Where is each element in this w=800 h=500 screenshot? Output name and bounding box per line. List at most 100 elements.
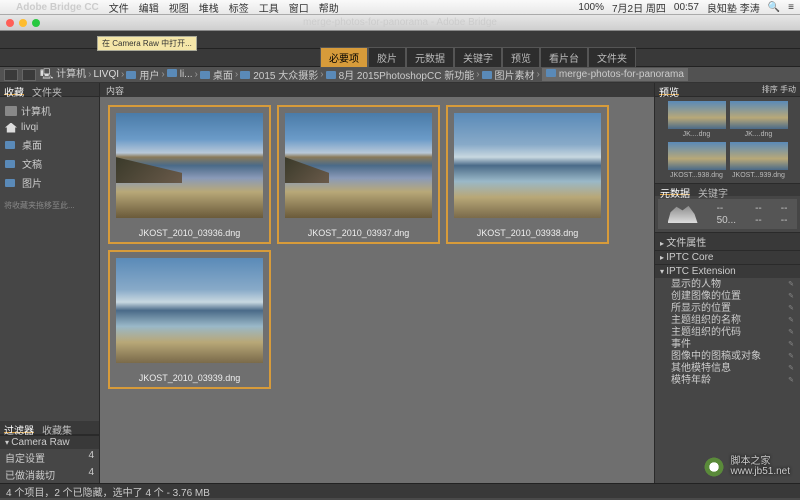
crumb-computer[interactable]: 🖳 计算机	[40, 67, 86, 83]
close-button[interactable]	[6, 19, 14, 27]
menu-stack[interactable]: 堆栈	[199, 0, 219, 15]
thumbnail-item[interactable]: JKOST_2010_03937.dng	[277, 105, 440, 244]
tab-folders-panel[interactable]: 文件夹	[32, 84, 62, 95]
meta-section-iptc-core[interactable]: IPTC Core	[655, 250, 800, 264]
left-panel: 收藏 文件夹 计算机 livqi 桌面 文稿 图片 将收藏夹拖移至此... 过滤…	[0, 83, 100, 483]
thumbnail-item[interactable]: JKOST_2010_03939.dng	[108, 250, 271, 389]
battery-status[interactable]: 100%	[578, 2, 604, 13]
path-bar: 🖳 计算机› LIVQI› 用户› li...› 桌面› 2015 大众摄影› …	[0, 67, 800, 83]
notification-icon[interactable]: ≡	[788, 2, 794, 13]
crumb-5[interactable]: 2015 大众摄影	[240, 67, 318, 82]
thumbnail-item[interactable]: JKOST_2010_03938.dng	[446, 105, 609, 244]
status-text: 4 个项目，2 个已隐藏，选中了 4 个 - 3.76 MB	[6, 484, 210, 499]
minimize-button[interactable]	[19, 19, 27, 27]
edit-icon: ✎	[788, 327, 794, 339]
tab-essentials[interactable]: 必要项	[320, 47, 368, 68]
sort-dropdown[interactable]: 排序 手动	[762, 84, 796, 95]
menu-tools[interactable]: 工具	[259, 0, 279, 15]
drive-icon	[5, 106, 17, 116]
preview-thumb[interactable]: JKOST...939.dng	[730, 142, 788, 179]
menu-file[interactable]: 文件	[109, 0, 129, 15]
crumb-drive[interactable]: LIVQI	[93, 69, 119, 80]
menu-view[interactable]: 视图	[169, 0, 189, 15]
filter-crop[interactable]: 已做消裁切4	[0, 466, 99, 483]
meta-field[interactable]: 图像中的图稿或对象✎	[655, 351, 800, 363]
drag-hint: 将收藏夹拖移至此...	[0, 196, 99, 215]
iptc-ext-list: 显示的人物✎ 创建图像的位置✎ 所显示的位置✎ 主题组织的名称✎ 主题组织的代码…	[655, 278, 800, 388]
nav-forward-button[interactable]	[22, 69, 36, 81]
status-bar: 4 个项目，2 个已隐藏，选中了 4 个 - 3.76 MB	[0, 483, 800, 498]
folder-icon	[5, 160, 15, 168]
tab-preview-panel[interactable]: 预览	[659, 84, 679, 95]
meta-field[interactable]: 所显示的位置✎	[655, 303, 800, 315]
meta-field[interactable]: 其他模特信息✎	[655, 363, 800, 375]
tab-favorites[interactable]: 收藏	[4, 84, 24, 95]
edit-icon: ✎	[788, 291, 794, 303]
menu-window[interactable]: 窗口	[289, 0, 309, 15]
tab-preview[interactable]: 预览	[502, 47, 540, 68]
menubar-time: 00:57	[674, 2, 699, 13]
home-icon	[5, 123, 17, 133]
edit-icon: ✎	[788, 375, 794, 387]
preview-thumb[interactable]: JK....dng	[730, 101, 788, 138]
edit-icon: ✎	[788, 315, 794, 327]
tab-filter[interactable]: 过滤器	[4, 422, 34, 433]
meta-field[interactable]: 主题组织的名称✎	[655, 315, 800, 327]
fav-documents[interactable]: 文稿	[2, 154, 97, 173]
meta-section-iptc-ext[interactable]: IPTC Extension	[655, 264, 800, 278]
zoom-button[interactable]	[32, 19, 40, 27]
meta-field[interactable]: 主题组织的代码✎	[655, 327, 800, 339]
meta-field[interactable]: 事件✎	[655, 339, 800, 351]
tab-metadata-panel[interactable]: 元数据	[660, 185, 690, 195]
fav-computer[interactable]: 计算机	[2, 101, 97, 120]
tab-keywords-panel[interactable]: 关键字	[698, 185, 728, 195]
histogram: --50... ---- ----	[658, 199, 797, 229]
fav-pictures[interactable]: 图片	[2, 173, 97, 192]
folder-icon	[5, 141, 15, 149]
crumb-7[interactable]: 图片素材	[482, 67, 535, 82]
thumbnail-item[interactable]: JKOST_2010_03936.dng	[108, 105, 271, 244]
crumb-user[interactable]: li...	[167, 69, 193, 80]
thumbnail-caption: JKOST_2010_03939.dng	[110, 363, 269, 387]
tab-folders[interactable]: 文件夹	[588, 47, 636, 68]
app-name[interactable]: Adobe Bridge CC	[16, 2, 99, 13]
tab-lighttable[interactable]: 看片台	[540, 47, 588, 68]
edit-icon: ✎	[788, 339, 794, 351]
thumbnail-image	[454, 113, 601, 218]
thumbnail-caption: JKOST_2010_03937.dng	[279, 218, 438, 242]
content-panel: 内容 JKOST_2010_03936.dng JKOST_2010_03937…	[100, 83, 654, 483]
right-panel: 预览 排序 手动 JK....dng JK....dng JKOST...938.…	[654, 83, 800, 483]
menu-help[interactable]: 帮助	[319, 0, 339, 15]
meta-field[interactable]: 显示的人物✎	[655, 279, 800, 291]
edit-icon: ✎	[788, 303, 794, 315]
tab-metadata[interactable]: 元数据	[406, 47, 454, 68]
menu-label[interactable]: 标签	[229, 0, 249, 15]
menu-edit[interactable]: 编辑	[139, 0, 159, 15]
preview-thumb[interactable]: JKOST...938.dng	[668, 142, 726, 179]
edit-icon: ✎	[788, 363, 794, 375]
fav-desktop[interactable]: 桌面	[2, 135, 97, 154]
meta-section-file[interactable]: 文件属性	[655, 232, 800, 250]
tab-keywords[interactable]: 关键字	[454, 47, 502, 68]
preview-panel-header: 预览 排序 手动	[655, 83, 800, 97]
fav-home[interactable]: livqi	[2, 120, 97, 135]
preview-thumb[interactable]: JK....dng	[668, 101, 726, 138]
meta-field[interactable]: 创建图像的位置✎	[655, 291, 800, 303]
filter-section-cameraraw[interactable]: Camera Raw	[0, 435, 99, 449]
tab-filmstrip[interactable]: 胶片	[368, 47, 406, 68]
tab-collections[interactable]: 收藏集	[42, 422, 72, 433]
crumb-6[interactable]: 8月 2015PhotoshopCC 新功能	[326, 67, 475, 82]
menubar-date: 7月2日 周四	[612, 0, 666, 15]
folder-icon	[5, 179, 15, 187]
filter-custom[interactable]: 自定设置4	[0, 449, 99, 466]
nav-back-button[interactable]	[4, 69, 18, 81]
crumb-current[interactable]: merge-photos-for-panorama	[542, 68, 688, 81]
tooltip-camera-raw: 在 Camera Raw 中打开...	[97, 36, 197, 51]
crumb-users[interactable]: 用户	[126, 67, 159, 82]
meta-field[interactable]: 模特年龄✎	[655, 375, 800, 387]
menubar-user[interactable]: 良知塾 李涛	[707, 0, 760, 15]
crumb-desktop[interactable]: 桌面	[200, 67, 233, 82]
thumbnail-grid: JKOST_2010_03936.dng JKOST_2010_03937.dn…	[100, 97, 654, 397]
thumbnail-caption: JKOST_2010_03936.dng	[110, 218, 269, 242]
spotlight-icon[interactable]: 🔍	[768, 2, 780, 13]
